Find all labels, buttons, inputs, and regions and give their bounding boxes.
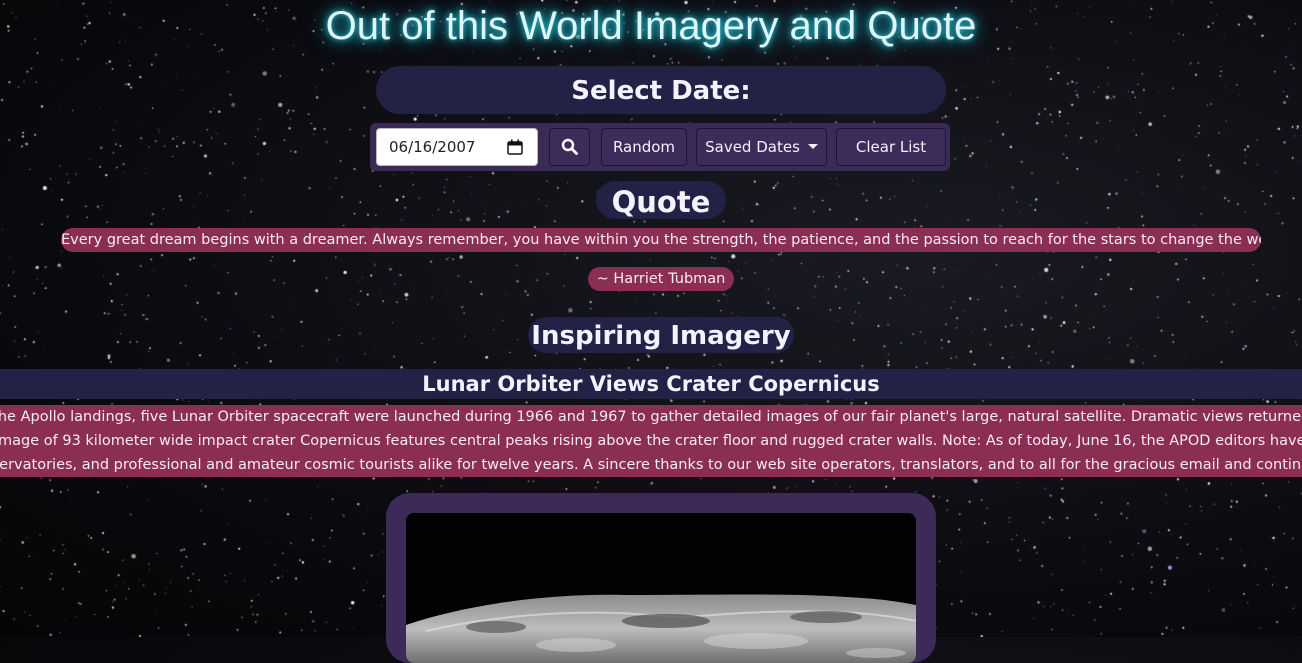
calendar-icon[interactable]	[507, 139, 523, 155]
quote-heading: Quote	[596, 181, 726, 219]
saved-dates-label: Saved Dates	[705, 138, 800, 156]
apod-image[interactable]	[406, 513, 916, 663]
explanation-line: In preparation for the Apollo landings, …	[0, 409, 1302, 425]
page-title: Out of this World Imagery and Quote	[325, 4, 977, 48]
image-frame	[386, 493, 936, 663]
select-date-heading: Select Date:	[376, 66, 946, 114]
explanation-line: observatories, and professional and amat…	[0, 457, 1302, 473]
clear-list-button[interactable]: Clear List	[836, 128, 946, 166]
explanation-lines: In preparation for the Apollo landings, …	[0, 405, 1302, 477]
image-explanation: In preparation for the Apollo landings, …	[0, 405, 1302, 477]
page: Out of this World Imagery and Quote Sele…	[0, 0, 1302, 663]
moon-surface-image	[406, 513, 916, 663]
search-icon	[561, 138, 578, 155]
quote-text: Every great dream begins with a dreamer.…	[61, 228, 1261, 252]
quote-author: ~ Harriet Tubman	[588, 267, 734, 291]
image-title: Lunar Orbiter Views Crater Copernicus	[0, 369, 1302, 399]
saved-dates-dropdown[interactable]: Saved Dates	[696, 128, 827, 166]
chevron-down-icon	[807, 144, 818, 149]
search-button[interactable]	[549, 128, 590, 166]
random-button[interactable]: Random	[601, 128, 687, 166]
date-controls-bar: 06/16/2007 Random Saved Dates Clear List	[370, 123, 950, 171]
date-input[interactable]: 06/16/2007	[376, 128, 538, 166]
date-input-value: 06/16/2007	[389, 138, 476, 156]
imagery-heading: Inspiring Imagery	[528, 317, 794, 353]
explanation-line: include this image of 93 kilometer wide …	[0, 433, 1302, 449]
